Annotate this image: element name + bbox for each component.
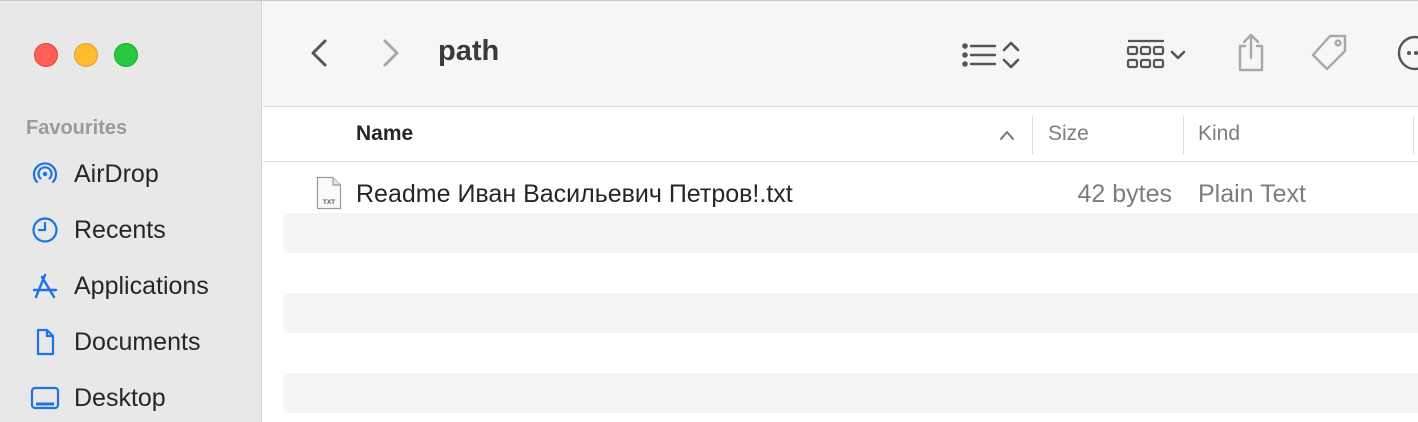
column-header-size[interactable]: Size	[1048, 122, 1089, 146]
clock-icon	[28, 213, 62, 247]
airdrop-icon	[28, 157, 62, 191]
empty-row-stripe	[283, 373, 1418, 413]
view-mode-button[interactable]	[951, 35, 1031, 75]
zoom-button[interactable]	[114, 43, 138, 67]
file-size: 42 bytes	[1077, 180, 1172, 208]
sidebar-item-recents[interactable]: Recents	[28, 210, 258, 250]
column-header-name[interactable]: Name	[356, 122, 413, 146]
toolbar: path	[263, 1, 1418, 107]
finder-window: Favourites AirDrop Recents Applications …	[0, 0, 1418, 422]
sidebar: Favourites AirDrop Recents Applications …	[0, 1, 262, 422]
document-icon	[28, 325, 62, 359]
text-file-icon: TXT	[316, 176, 342, 210]
sort-ascending-icon[interactable]	[998, 128, 1016, 142]
share-button[interactable]	[1231, 29, 1271, 77]
more-button[interactable]	[1393, 33, 1418, 73]
list-view-icon	[962, 43, 997, 67]
sidebar-item-label: AirDrop	[74, 159, 159, 188]
sidebar-item-label: Applications	[74, 271, 209, 300]
more-icon	[1397, 35, 1418, 71]
chevron-right-icon	[383, 39, 399, 67]
minimize-button[interactable]	[74, 43, 98, 67]
close-button[interactable]	[34, 43, 58, 67]
column-divider[interactable]	[1413, 116, 1414, 154]
sidebar-heading-favourites: Favourites	[26, 117, 128, 139]
column-header: Name Size Kind	[263, 108, 1418, 162]
sidebar-item-label: Desktop	[74, 383, 166, 412]
share-icon	[1238, 33, 1264, 72]
chevron-updown-icon	[1002, 41, 1020, 69]
group-button[interactable]	[1117, 35, 1197, 75]
column-header-kind[interactable]: Kind	[1198, 122, 1240, 146]
tag-button[interactable]	[1307, 31, 1351, 75]
column-divider[interactable]	[1183, 116, 1184, 154]
back-button[interactable]	[301, 35, 337, 71]
svg-text:TXT: TXT	[323, 199, 335, 206]
file-kind: Plain Text	[1198, 180, 1306, 208]
file-list: Name Size Kind TXT Readme Иван Васильеви…	[263, 108, 1418, 422]
sidebar-item-airdrop[interactable]: AirDrop	[28, 154, 258, 194]
desktop-icon	[28, 381, 62, 415]
tag-icon	[1311, 34, 1347, 71]
table-row[interactable]: TXT Readme Иван Васильевич Петров!.txt 4…	[263, 174, 1418, 214]
sidebar-item-label: Recents	[74, 215, 166, 244]
grid-group-icon	[1126, 39, 1165, 69]
chevron-left-icon	[311, 39, 327, 67]
sidebar-item-desktop[interactable]: Desktop	[28, 378, 258, 418]
applications-icon	[28, 269, 62, 303]
column-divider[interactable]	[1032, 116, 1033, 154]
file-name: Readme Иван Васильевич Петров!.txt	[356, 180, 793, 208]
empty-row-stripe	[283, 293, 1418, 333]
chevron-down-icon	[1170, 50, 1186, 60]
sidebar-item-label: Documents	[74, 327, 201, 356]
sidebar-item-documents[interactable]: Documents	[28, 322, 258, 362]
empty-row-stripe	[283, 213, 1418, 253]
window-title: path	[438, 35, 500, 67]
forward-button[interactable]	[373, 35, 409, 71]
sidebar-item-applications[interactable]: Applications	[28, 266, 258, 306]
